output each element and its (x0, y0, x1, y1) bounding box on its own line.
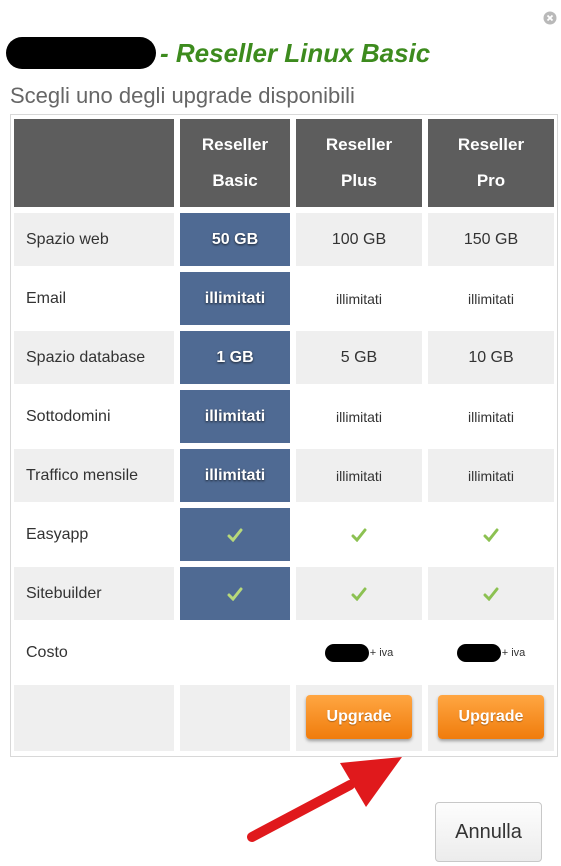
cell-plus-sitebuilder (296, 567, 422, 620)
row-label-sitebuilder: Sitebuilder (14, 567, 174, 620)
cell-basic-sottodomini: illimitati (180, 390, 290, 443)
title-text: - Reseller Linux Basic (160, 37, 431, 68)
column-header-pro-line2: Pro (476, 171, 506, 190)
upgrade-row-pro: Upgrade (428, 685, 554, 751)
dialog-subtitle: Scegli uno degli upgrade disponibili (10, 83, 355, 108)
cell-basic-sitebuilder (180, 567, 290, 620)
cell-pro-email: illimitati (428, 272, 554, 325)
cell-basic-email: illimitati (180, 272, 290, 325)
row-label-email: Email (14, 272, 174, 325)
upgrade-pro-button[interactable]: Upgrade (438, 695, 544, 739)
column-header-pro: Reseller Pro (428, 119, 554, 207)
column-header-basic: Reseller Basic (180, 119, 290, 207)
cell-plus-sottodomini: illimitati (296, 390, 422, 443)
row-label-spazio-web: Spazio web (14, 213, 174, 266)
row-label-easyapp: Easyapp (14, 508, 174, 561)
price-suffix: + iva (501, 646, 526, 659)
close-icon[interactable] (543, 11, 557, 25)
row-label-costo: Costo (14, 626, 174, 679)
column-header-pro-line1: Reseller (457, 135, 525, 154)
cell-basic-traffico-mensile: illimitati (180, 449, 290, 502)
upgrade-row-empty-basic (180, 685, 290, 751)
price-suffix: + iva (369, 646, 394, 659)
cell-plus-costo: + iva (296, 626, 422, 679)
column-header-basic-line2: Basic (212, 171, 258, 190)
cell-basic-spazio-web: 50 GB (180, 213, 290, 266)
column-header-plus-line2: Plus (341, 171, 377, 190)
column-header-plus-line1: Reseller (325, 135, 393, 154)
cell-basic-easyapp (180, 508, 290, 561)
row-label-sottodomini: Sottodomini (14, 390, 174, 443)
cell-pro-spazio-web: 150 GB (428, 213, 554, 266)
column-header-basic-line1: Reseller (201, 135, 269, 154)
cell-pro-traffico-mensile: illimitati (428, 449, 554, 502)
cell-pro-sottodomini: illimitati (428, 390, 554, 443)
check-icon (483, 528, 499, 542)
cell-basic-spazio-database: 1 GB (180, 331, 290, 384)
check-icon (351, 587, 367, 601)
cell-plus-spazio-database: 5 GB (296, 331, 422, 384)
row-label-spazio-database: Spazio database (14, 331, 174, 384)
dialog-title: - Reseller Linux Basic (6, 33, 430, 73)
cell-pro-costo: + iva (428, 626, 554, 679)
cell-plus-email: illimitati (296, 272, 422, 325)
cancel-button[interactable]: Annulla (435, 802, 542, 862)
cell-pro-sitebuilder (428, 567, 554, 620)
cell-plus-easyapp (296, 508, 422, 561)
header-empty-cell (14, 119, 174, 207)
upgrade-plus-button[interactable]: Upgrade (306, 695, 412, 739)
column-header-plus: Reseller Plus (296, 119, 422, 207)
redacted-price (456, 643, 501, 662)
row-label-traffico-mensile: Traffico mensile (14, 449, 174, 502)
redacted-price (324, 643, 369, 662)
upgrade-row-empty-label (14, 685, 174, 751)
check-icon (227, 528, 243, 542)
cell-basic-costo (180, 626, 290, 679)
cell-pro-easyapp (428, 508, 554, 561)
cell-plus-spazio-web: 100 GB (296, 213, 422, 266)
redacted-domain (6, 37, 156, 69)
check-icon (227, 587, 243, 601)
cell-pro-spazio-database: 10 GB (428, 331, 554, 384)
upgrade-row-plus: Upgrade (296, 685, 422, 751)
check-icon (351, 528, 367, 542)
plan-comparison-table: Reseller Basic Reseller Plus Reseller Pr… (10, 114, 558, 757)
check-icon (483, 587, 499, 601)
red-arrow-icon (247, 757, 402, 842)
cell-plus-traffico-mensile: illimitati (296, 449, 422, 502)
